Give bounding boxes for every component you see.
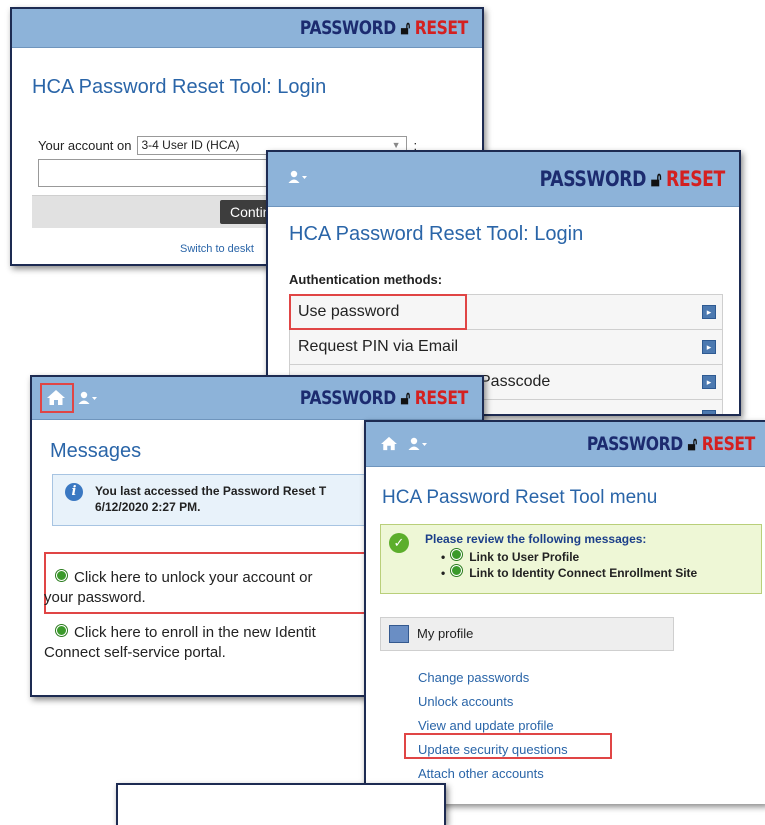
- highlight-box: [40, 383, 74, 413]
- review-title: Please review the following messages:: [425, 532, 647, 546]
- brand-password-text: PASSWORD: [300, 387, 396, 409]
- review-item-text: Link to Identity Connect Enrollment Site: [469, 566, 698, 580]
- highlight-box: [404, 733, 612, 759]
- padlock-icon: 🔓︎: [400, 387, 411, 409]
- page-title: HCA Password Reset Tool: Login: [32, 76, 327, 98]
- padlock-icon: 🔓︎: [400, 17, 411, 39]
- unlock-accounts-link[interactable]: Unlock accounts: [418, 690, 568, 714]
- auth-methods-label: Authentication methods:: [289, 272, 443, 287]
- header-bar: PASSWORD 🔓︎ RESET: [12, 9, 482, 48]
- method-request-pin-email[interactable]: Request PIN via Email ▸: [289, 329, 723, 364]
- page-title: Messages: [50, 440, 142, 462]
- arrow-right-icon[interactable]: ▸: [702, 410, 716, 414]
- my-profile-header: My profile: [380, 617, 674, 651]
- header-bar: PASSWORD 🔓︎ RESET: [32, 377, 482, 420]
- brand-reset-text: RESET: [414, 17, 468, 39]
- brand-password-text: PASSWORD: [587, 433, 683, 455]
- home-icon[interactable]: [380, 436, 398, 451]
- header-icons: [380, 436, 428, 451]
- page-title: HCA Password Reset Tool menu: [382, 487, 658, 508]
- switch-desktop-link[interactable]: Switch to deskt: [180, 243, 254, 255]
- padlock-icon: 🔓︎: [687, 433, 698, 455]
- review-messages-box: ✓ Please review the following messages: …: [380, 524, 762, 594]
- brand-reset-text: RESET: [701, 433, 755, 455]
- brand-logo: PASSWORD 🔓︎ RESET: [300, 377, 468, 419]
- info-icon: i: [65, 483, 83, 501]
- brand-reset-text: RESET: [666, 167, 725, 191]
- msg-text: Click here to enroll in the new Identit: [74, 624, 316, 641]
- brand-logo: PASSWORD 🔓︎ RESET: [300, 9, 468, 47]
- brand-password-text: PASSWORD: [300, 17, 396, 39]
- menu-panel: PASSWORD 🔓︎ RESET HCA Password Reset Too…: [364, 420, 765, 804]
- arrow-right-icon[interactable]: ▸: [702, 340, 716, 354]
- review-link-user-profile[interactable]: • Link to User Profile: [441, 549, 579, 564]
- bullet-icon: [451, 565, 463, 576]
- info-line: 6/12/2020 2:27 PM.: [95, 500, 201, 514]
- highlight-box: [289, 294, 467, 330]
- account-select-value: 3-4 User ID (HCA): [141, 138, 240, 152]
- bullet-icon: [56, 625, 67, 636]
- account-label: Your account on: [38, 138, 132, 153]
- method-label: Request PIN via Email: [298, 338, 459, 355]
- profile-links: Change passwords Unlock accounts View an…: [418, 666, 568, 786]
- brand-logo: PASSWORD 🔓︎ RESET: [587, 422, 755, 466]
- bullet-icon: [451, 549, 463, 560]
- bullet-icon: [56, 570, 67, 581]
- my-profile-label: My profile: [417, 626, 474, 641]
- change-passwords-link[interactable]: Change passwords: [418, 666, 568, 690]
- partial-panel: [116, 783, 446, 825]
- info-text: You last accessed the Password Reset T 6…: [95, 483, 326, 515]
- brand-password-text: PASSWORD: [539, 167, 647, 191]
- review-item-text: Link to User Profile: [469, 550, 580, 564]
- info-line: You last accessed the Password Reset T: [95, 484, 327, 498]
- brand-logo: PASSWORD 🔓︎ RESET: [539, 152, 726, 206]
- header-icons: [288, 170, 308, 184]
- padlock-icon: 🔓︎: [651, 167, 662, 191]
- profile-card-icon: [389, 625, 409, 643]
- header-bar: PASSWORD 🔓︎ RESET: [366, 422, 765, 467]
- page-title: HCA Password Reset Tool: Login: [289, 223, 584, 245]
- brand-reset-text: RESET: [414, 387, 468, 409]
- list-bullet: •: [441, 550, 446, 564]
- arrow-right-icon[interactable]: ▸: [702, 305, 716, 319]
- arrow-right-icon[interactable]: ▸: [702, 375, 716, 389]
- header-bar: PASSWORD 🔓︎ RESET: [268, 152, 739, 207]
- check-icon: ✓: [389, 533, 409, 553]
- msg-text: Click here to unlock your account or: [74, 569, 313, 586]
- user-menu-icon[interactable]: [288, 170, 308, 184]
- user-menu-icon[interactable]: [408, 437, 428, 451]
- review-link-identity-connect[interactable]: • Link to Identity Connect Enrollment Sit…: [441, 565, 697, 580]
- list-bullet: •: [441, 566, 446, 580]
- user-menu-icon[interactable]: [78, 391, 98, 405]
- method-label: Passcode: [480, 373, 551, 390]
